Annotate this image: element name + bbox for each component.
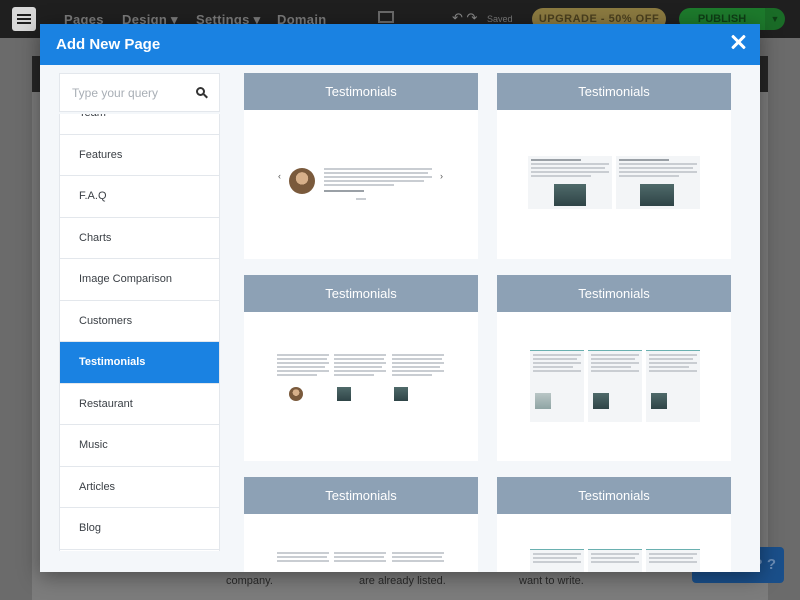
menu-icon[interactable] bbox=[12, 7, 36, 31]
testimonial-column bbox=[530, 350, 584, 422]
add-page-modal: Add New Page TeamFeaturesF.A.QChartsImag… bbox=[40, 24, 760, 572]
avatar bbox=[394, 387, 408, 401]
search-icon[interactable] bbox=[196, 87, 208, 99]
testimonial-column bbox=[616, 156, 700, 209]
category-item-f-a-q[interactable]: F.A.Q bbox=[60, 176, 219, 218]
category-item-customers[interactable]: Customers bbox=[60, 300, 219, 342]
testimonial-column bbox=[646, 350, 700, 422]
testimonial-column bbox=[530, 549, 584, 572]
template-card[interactable]: Testimonials bbox=[497, 275, 731, 461]
chevron-right-icon: › bbox=[440, 171, 443, 181]
search-input[interactable] bbox=[60, 74, 190, 111]
category-item-blog[interactable]: Blog bbox=[60, 508, 219, 550]
category-item-music[interactable]: Music bbox=[60, 425, 219, 467]
testimonial-column bbox=[334, 354, 388, 378]
bg-text: are already listed. bbox=[359, 575, 446, 587]
testimonial-column bbox=[392, 552, 446, 564]
template-card[interactable]: Testimonials ‹ › bbox=[244, 73, 478, 259]
avatar bbox=[289, 387, 303, 401]
testimonial-column bbox=[392, 354, 446, 378]
bg-text: want to write. bbox=[519, 575, 584, 587]
modal-title: Add New Page bbox=[56, 36, 161, 53]
search-box bbox=[59, 73, 220, 112]
testimonial-column bbox=[277, 552, 331, 564]
category-item-articles[interactable]: Articles bbox=[60, 466, 219, 508]
testimonial-column bbox=[588, 350, 642, 422]
chevron-left-icon: ‹ bbox=[278, 171, 281, 181]
template-title: Testimonials bbox=[497, 477, 731, 514]
template-preview bbox=[244, 514, 478, 572]
slider-dots bbox=[356, 198, 366, 200]
testimonial-column bbox=[588, 549, 642, 572]
template-title: Testimonials bbox=[244, 73, 478, 110]
avatar bbox=[289, 168, 315, 194]
category-list[interactable]: TeamFeaturesF.A.QChartsImage ComparisonC… bbox=[59, 114, 220, 551]
avatar bbox=[337, 387, 351, 401]
modal-header: Add New Page bbox=[40, 24, 760, 65]
category-item-testimonials[interactable]: Testimonials bbox=[60, 342, 219, 384]
template-card[interactable]: Testimonials bbox=[244, 275, 478, 461]
testimonial-column bbox=[277, 354, 331, 378]
quote-text bbox=[324, 168, 434, 194]
close-icon[interactable] bbox=[730, 34, 746, 50]
template-card[interactable]: Testimonials bbox=[497, 73, 731, 259]
category-item-charts[interactable]: Charts bbox=[60, 217, 219, 259]
template-preview: ‹ › bbox=[244, 110, 478, 259]
category-item-features[interactable]: Features bbox=[60, 134, 219, 176]
template-card[interactable]: Testimonials bbox=[244, 477, 478, 572]
bg-text: company. bbox=[226, 575, 273, 587]
template-title: Testimonials bbox=[244, 275, 478, 312]
monitor-icon[interactable] bbox=[378, 11, 394, 23]
template-title: Testimonials bbox=[244, 477, 478, 514]
template-title: Testimonials bbox=[497, 275, 731, 312]
template-preview bbox=[497, 312, 731, 461]
category-item-team[interactable]: Team bbox=[60, 114, 219, 135]
template-title: Testimonials bbox=[497, 73, 731, 110]
testimonial-column bbox=[334, 552, 388, 564]
template-preview bbox=[244, 312, 478, 461]
testimonial-column bbox=[528, 156, 612, 209]
template-card[interactable]: Testimonials bbox=[497, 477, 731, 572]
publish-dropdown-icon[interactable]: ▼ bbox=[765, 8, 785, 30]
category-item-image-comparison[interactable]: Image Comparison bbox=[60, 259, 219, 301]
category-item-restaurant[interactable]: Restaurant bbox=[60, 383, 219, 425]
template-preview bbox=[497, 110, 731, 259]
testimonial-column bbox=[646, 549, 700, 572]
template-preview bbox=[497, 514, 731, 572]
saved-status: Saved bbox=[487, 14, 513, 24]
